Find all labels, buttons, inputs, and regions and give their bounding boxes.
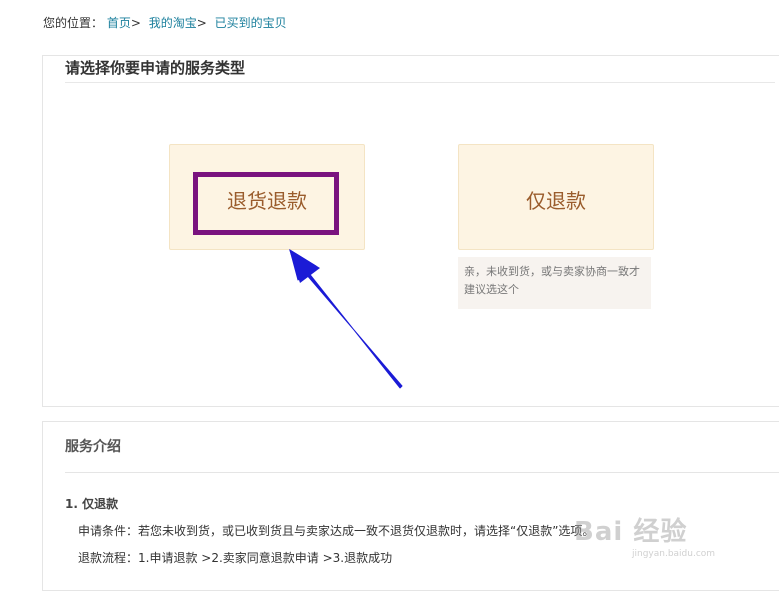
refund-condition-text: 申请条件：若您未收到货，或已收到货且与卖家达成一致不退货仅退款时，请选择“仅退款…: [78, 524, 595, 538]
refund-only-section-title: 1. 仅退款: [65, 497, 119, 511]
highlight-box: [193, 172, 339, 235]
service-type-title: 请选择你要申请的服务类型: [65, 58, 775, 83]
service-type-panel: 请选择你要申请的服务类型: [42, 55, 779, 407]
refund-flow-text: 退款流程：1.申请退款 >2.卖家同意退款申请 >3.退款成功: [78, 551, 393, 565]
refund-only-tip: 亲，未收到货，或与卖家协商一致才建议选这个: [458, 257, 651, 309]
pointer-arrow-icon: [289, 249, 403, 389]
service-intro-title: 服务介绍: [65, 436, 779, 473]
breadcrumb-link-home[interactable]: 首页: [107, 16, 131, 30]
breadcrumb-separator: >: [196, 16, 207, 30]
service-intro-panel: 服务介绍 1. 仅退款 申请条件：若您未收到货，或已收到货且与卖家达成一致不退货…: [42, 421, 779, 591]
breadcrumb-link-my-taobao[interactable]: 我的淘宝: [149, 16, 197, 30]
refund-only-label: 仅退款: [526, 189, 586, 213]
refund-only-option[interactable]: 仅退款: [458, 144, 654, 250]
breadcrumb-link-purchased[interactable]: 已买到的宝贝: [215, 16, 287, 30]
breadcrumb-separator: >: [130, 16, 141, 30]
breadcrumb: 您的位置： 首页> 我的淘宝> 已买到的宝贝: [43, 14, 287, 31]
breadcrumb-prefix: 您的位置：: [43, 16, 104, 30]
